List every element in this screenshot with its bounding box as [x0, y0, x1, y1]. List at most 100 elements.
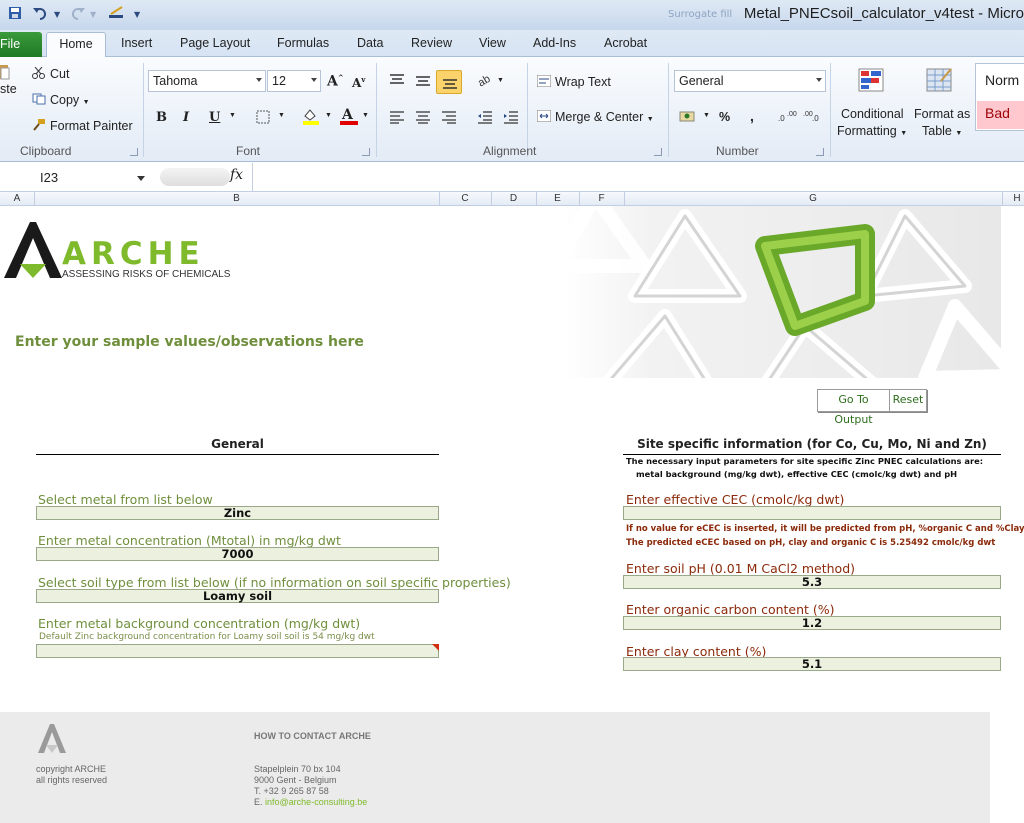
soil-ph-field[interactable]: 5.3 — [623, 575, 1001, 589]
decrease-indent-icon[interactable] — [477, 110, 493, 127]
currency-icon[interactable] — [679, 109, 697, 126]
undo-icon[interactable] — [32, 6, 48, 24]
clipboard-launcher-icon[interactable] — [130, 148, 138, 156]
column-header-g[interactable]: G — [624, 193, 1002, 204]
shrink-font-icon[interactable]: Av — [352, 75, 365, 90]
column-header-f[interactable]: F — [579, 193, 624, 204]
percent-button[interactable]: % — [719, 110, 730, 124]
title-faded-text: Surrogate fill — [668, 9, 733, 20]
quick-access-dropdown-icon[interactable]: ▼ — [134, 10, 140, 19]
column-header-d[interactable]: D — [491, 193, 536, 204]
format-as-table-button[interactable]: Format as — [914, 107, 970, 121]
align-bottom-icon[interactable] — [436, 70, 462, 94]
align-center-icon[interactable] — [415, 110, 431, 127]
tab-formulas[interactable]: Formulas — [277, 36, 329, 50]
underline-button[interactable]: U — [209, 110, 220, 125]
format-painter-button[interactable]: Format Painter — [32, 119, 133, 133]
redo-icon[interactable] — [70, 6, 86, 24]
clay-content-field[interactable]: 5.1 — [623, 657, 1001, 671]
alignment-launcher-icon[interactable] — [654, 148, 662, 156]
align-middle-icon[interactable] — [415, 74, 431, 91]
align-top-icon[interactable] — [389, 74, 405, 91]
conditional-formatting-icon[interactable] — [857, 67, 887, 98]
underline-dropdown-icon[interactable]: ▼ — [229, 112, 236, 119]
phone: T. +32 9 265 87 58 — [254, 786, 329, 796]
format-as-table-icon[interactable] — [925, 67, 955, 98]
column-header-e[interactable]: E — [536, 193, 579, 204]
copy-label: Copy — [50, 93, 80, 107]
cut-button[interactable]: Cut — [32, 66, 69, 81]
metal-concentration-field[interactable]: 7000 — [36, 547, 439, 561]
column-header-h[interactable]: H — [1002, 193, 1024, 204]
tab-insert[interactable]: Insert — [121, 36, 152, 50]
go-to-output-button[interactable]: Go To Output — [817, 389, 890, 426]
merge-dropdown-icon[interactable]: ▼ — [647, 116, 654, 123]
undo-dropdown-icon[interactable]: ▼ — [54, 10, 60, 19]
email-link[interactable]: info@arche-consulting.be — [265, 797, 367, 807]
conditional-formatting-label-2[interactable]: Formatting ▼ — [837, 124, 907, 138]
customize-icon[interactable] — [108, 6, 126, 24]
merge-center-button[interactable]: Merge & Center ▼ — [536, 109, 654, 124]
italic-button[interactable]: I — [183, 110, 189, 125]
column-header-a[interactable]: A — [0, 193, 34, 204]
redo-dropdown-icon[interactable]: ▼ — [90, 10, 96, 19]
tab-file[interactable]: File — [0, 32, 42, 57]
insert-function-icon[interactable]: fx — [230, 167, 243, 183]
address-line-1: Stapelplein 70 bx 104 — [254, 764, 341, 774]
tab-acrobat[interactable]: Acrobat — [604, 36, 647, 50]
fill-color-button[interactable] — [302, 107, 320, 128]
save-icon[interactable] — [8, 6, 22, 24]
tab-page-layout[interactable]: Page Layout — [180, 36, 250, 50]
borders-dropdown-icon[interactable]: ▼ — [278, 112, 285, 119]
style-bad[interactable]: Bad — [977, 101, 1024, 129]
orientation-icon[interactable]: ab — [476, 71, 496, 90]
style-normal[interactable]: Norm — [977, 68, 1024, 96]
copy-dropdown-icon[interactable]: ▼ — [83, 99, 90, 106]
column-header-b[interactable]: B — [34, 193, 439, 204]
organic-carbon-field[interactable]: 1.2 — [623, 616, 1001, 630]
font-name-select[interactable]: Tahoma — [148, 70, 266, 92]
align-right-icon[interactable] — [441, 110, 457, 127]
format-as-table-label-2[interactable]: Table ▼ — [922, 124, 962, 138]
decrease-decimal-icon[interactable]: .00.0 — [803, 109, 823, 126]
orientation-dropdown-icon[interactable]: ▼ — [497, 77, 504, 84]
number-launcher-icon[interactable] — [816, 148, 824, 156]
formula-input[interactable] — [254, 165, 1024, 189]
tab-data[interactable]: Data — [357, 36, 383, 50]
number-format-select[interactable]: General — [674, 70, 826, 92]
paste-button[interactable]: ste — [0, 82, 17, 96]
soil-type-select[interactable]: Loamy soil — [36, 589, 439, 603]
increase-indent-icon[interactable] — [503, 110, 519, 127]
formula-bar-splitter[interactable] — [160, 168, 230, 186]
metal-select[interactable]: Zinc — [36, 506, 439, 520]
bold-button[interactable]: B — [156, 110, 167, 125]
divider — [252, 163, 253, 192]
tab-review[interactable]: Review — [411, 36, 452, 50]
site-description-line-1: The necessary input parameters for site … — [626, 456, 984, 466]
grow-font-icon[interactable]: A^ — [327, 73, 344, 90]
font-color-button[interactable]: A — [339, 106, 359, 129]
column-header-c[interactable]: C — [439, 193, 491, 204]
font-group-label: Font — [236, 144, 261, 158]
wrap-text-button[interactable]: Wrap Text — [536, 74, 611, 89]
conditional-formatting-button[interactable]: Conditional — [841, 107, 904, 121]
conditional-label-1: Conditional — [841, 107, 904, 121]
comma-button[interactable]: , — [750, 108, 754, 124]
tab-view[interactable]: View — [479, 36, 506, 50]
font-color-dropdown-icon[interactable]: ▼ — [362, 112, 369, 119]
fill-color-dropdown-icon[interactable]: ▼ — [325, 112, 332, 119]
align-left-icon[interactable] — [389, 110, 405, 127]
copyright-line-2: all rights reserved — [36, 775, 108, 785]
font-launcher-icon[interactable] — [362, 148, 370, 156]
copy-button[interactable]: Copy ▼ — [32, 93, 90, 107]
borders-button[interactable] — [256, 110, 270, 127]
font-size-select[interactable]: 12 — [267, 70, 321, 92]
tab-add-ins[interactable]: Add-Ins — [533, 36, 576, 50]
background-concentration-field[interactable] — [36, 644, 439, 658]
currency-dropdown-icon[interactable]: ▼ — [703, 112, 710, 119]
reset-button[interactable]: Reset — [889, 389, 927, 412]
increase-decimal-icon[interactable]: .0.00 — [778, 109, 798, 126]
tab-home[interactable]: Home — [46, 32, 106, 58]
name-box[interactable]: I23 — [0, 167, 150, 189]
cec-field[interactable] — [623, 506, 1001, 520]
